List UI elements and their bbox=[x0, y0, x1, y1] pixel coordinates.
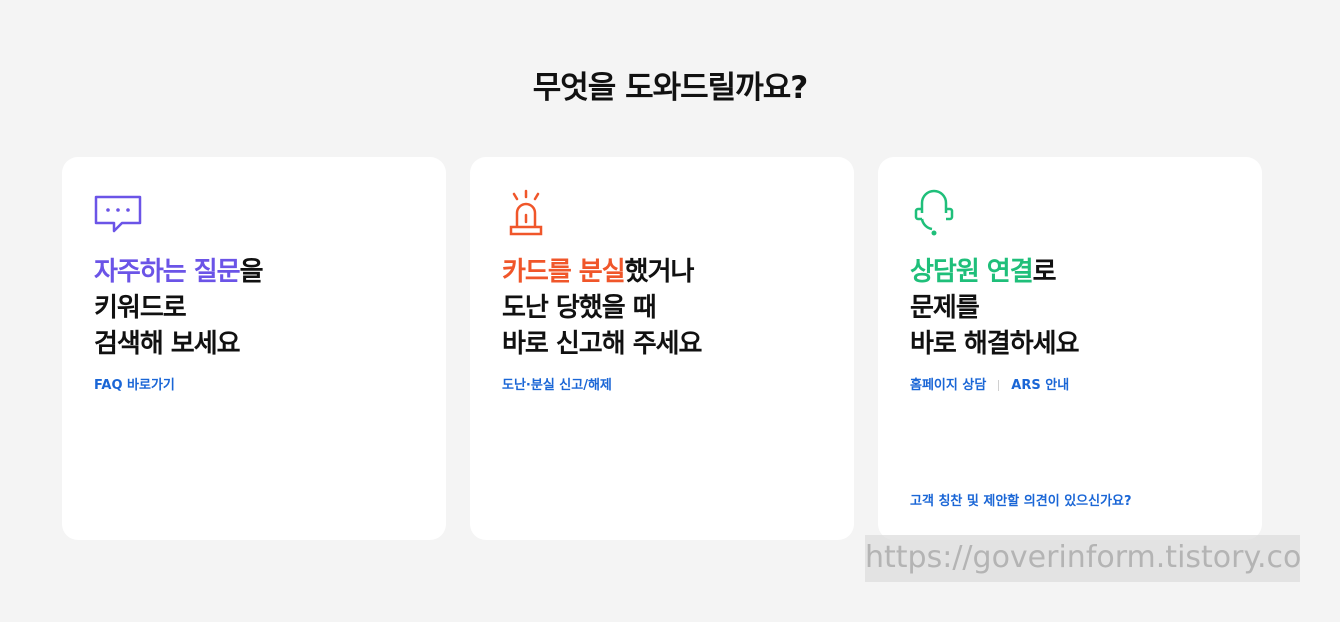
ars-guide-link[interactable]: ARS 안내 bbox=[1011, 378, 1069, 393]
headline-highlight: 자주하는 질문 bbox=[94, 257, 241, 287]
headline-line2: 키워드로 bbox=[94, 293, 187, 323]
link-divider bbox=[998, 380, 1000, 391]
headline-line3: 검색해 보세요 bbox=[94, 329, 241, 359]
headline-rest: 로 bbox=[1032, 257, 1057, 287]
lost-card-headline: 카드를 분실했거나 도난 당했을 때 바로 신고해 주세요 bbox=[502, 254, 702, 362]
agent-connect-links: 홈페이지 상담 ARS 안내 bbox=[910, 374, 1069, 393]
feedback-link[interactable]: 고객 칭찬 및 제안할 의견이 있으신가요? bbox=[910, 490, 1132, 509]
siren-icon bbox=[509, 189, 543, 236]
agent-connect-headline: 상담원 연결로 문제를 바로 해결하세요 bbox=[910, 254, 1079, 362]
agent-connect-card[interactable]: 상담원 연결로 문제를 바로 해결하세요 홈페이지 상담 ARS 안내 고객 칭찬… bbox=[878, 157, 1262, 540]
faq-headline: 자주하는 질문을 키워드로 검색해 보세요 bbox=[94, 254, 263, 362]
lost-card-card[interactable]: 카드를 분실했거나 도난 당했을 때 바로 신고해 주세요 도난·분실 신고/해… bbox=[470, 157, 854, 540]
headline-line3: 바로 신고해 주세요 bbox=[502, 329, 702, 359]
headline-rest: 을 bbox=[239, 257, 264, 287]
headline-highlight: 카드를 분실 bbox=[502, 257, 626, 287]
headline-highlight: 상담원 연결 bbox=[910, 257, 1034, 287]
chat-bubble-icon bbox=[94, 195, 142, 233]
headline-line2: 도난 당했을 때 bbox=[502, 293, 657, 323]
faq-shortcut-link[interactable]: FAQ 바로가기 bbox=[94, 378, 175, 393]
theft-loss-report-link[interactable]: 도난·분실 신고/해제 bbox=[502, 378, 612, 393]
headline-line3: 바로 해결하세요 bbox=[910, 329, 1079, 359]
faq-card[interactable]: 자주하는 질문을 키워드로 검색해 보세요 FAQ 바로가기 bbox=[62, 157, 446, 540]
homepage-consult-link[interactable]: 홈페이지 상담 bbox=[910, 378, 986, 393]
faq-links: FAQ 바로가기 bbox=[94, 374, 175, 393]
lost-card-links: 도난·분실 신고/해제 bbox=[502, 374, 612, 393]
page-title: 무엇을 도와드릴까요? bbox=[532, 70, 808, 106]
watermark: https://goverinform.tistory.com bbox=[865, 535, 1300, 582]
headline-rest: 했거나 bbox=[624, 257, 695, 287]
headset-icon bbox=[914, 189, 954, 236]
headline-line2: 문제를 bbox=[910, 293, 980, 323]
